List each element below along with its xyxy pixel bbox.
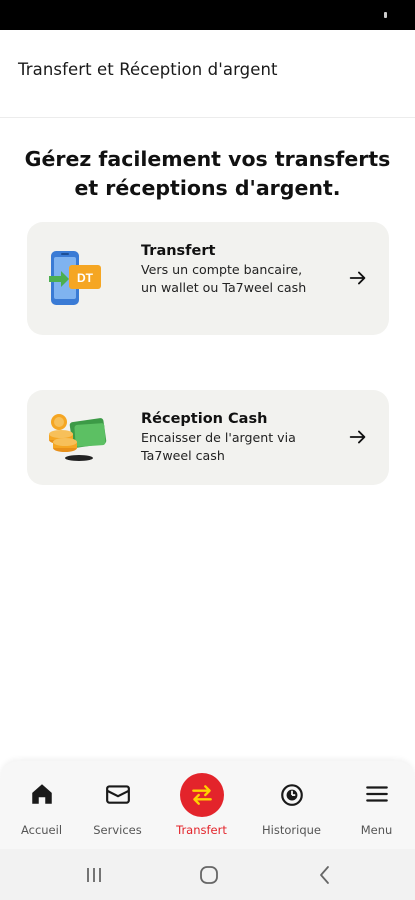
- status-indicator-icon: [384, 12, 387, 18]
- nav-label-historique: Historique: [262, 823, 321, 837]
- transfer-card[interactable]: DT Transfert Vers un compte bancaire, un…: [27, 222, 389, 335]
- nav-item-historique[interactable]: Historique: [250, 761, 333, 849]
- arrow-right-icon[interactable]: [347, 426, 369, 448]
- hamburger-icon: [365, 786, 388, 802]
- status-bar: [0, 0, 415, 30]
- nav-label-accueil: Accueil: [20, 823, 63, 837]
- dt-badge: DT: [77, 271, 94, 285]
- back-icon[interactable]: [314, 864, 336, 886]
- transfer-arrows-icon: [191, 785, 212, 805]
- nav-item-accueil[interactable]: Accueil: [0, 761, 83, 849]
- nav-item-services[interactable]: Services: [76, 761, 159, 849]
- transfer-title: Transfert: [141, 243, 216, 259]
- coins-cash-icon: [49, 414, 107, 461]
- reception-title: Réception Cash: [141, 411, 268, 427]
- nav-item-transfert[interactable]: Transfert: [160, 761, 243, 849]
- nav-label-services: Services: [93, 823, 142, 837]
- reception-description: Encaisser de l'argent via Ta7weel cash: [141, 430, 296, 463]
- home-icon: [31, 784, 52, 804]
- transfer-description: Vers un compte bancaire, un wallet ou Ta…: [141, 262, 307, 295]
- phone-dt-transfer-icon: DT: [49, 251, 101, 305]
- headline: Gérez facilement vos transferts et récep…: [24, 147, 391, 200]
- nav-label-transfert: Transfert: [176, 823, 227, 837]
- recent-apps-icon[interactable]: [83, 864, 105, 886]
- history-icon: [280, 784, 303, 806]
- system-nav-bar: [0, 849, 415, 900]
- home-circle-icon[interactable]: [198, 864, 220, 886]
- page-title: Transfert et Réception d'argent: [18, 60, 278, 79]
- app-header: Transfert et Réception d'argent: [0, 30, 415, 118]
- reception-card[interactable]: Réception Cash Encaisser de l'argent via…: [27, 390, 389, 485]
- bottom-nav: Accueil Services Transfert Historique Me…: [0, 761, 415, 849]
- nav-label-menu: Menu: [360, 823, 393, 837]
- wallet-icon: [105, 785, 130, 804]
- arrow-right-icon[interactable]: [347, 267, 369, 289]
- nav-item-menu[interactable]: Menu: [335, 761, 415, 849]
